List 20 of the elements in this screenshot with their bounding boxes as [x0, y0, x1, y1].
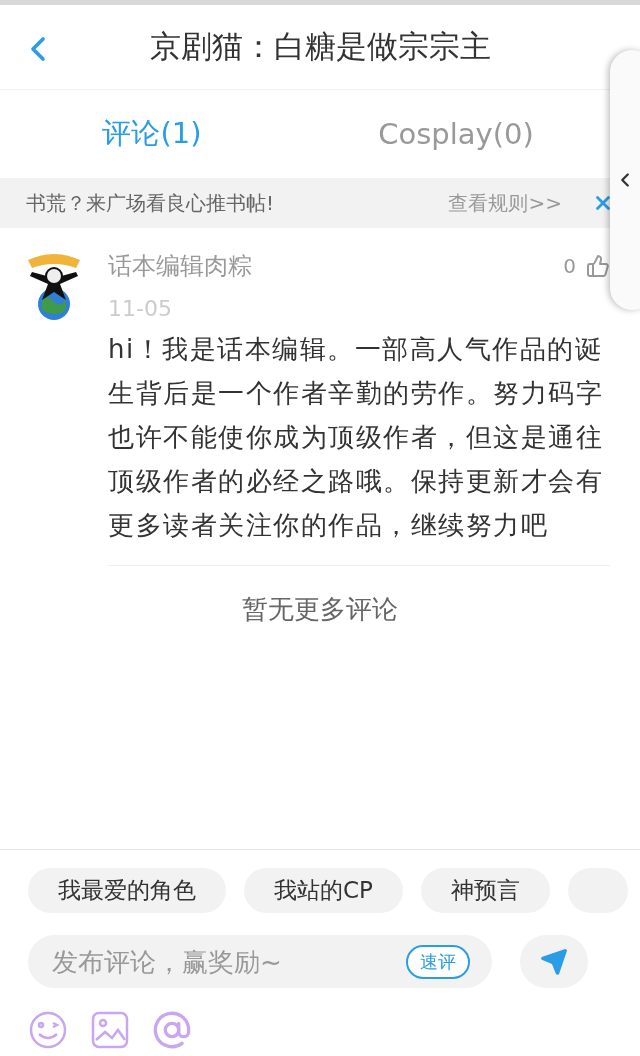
send-button[interactable]: [520, 935, 588, 988]
tab[interactable]: 评论(1): [0, 90, 304, 178]
comment-field[interactable]: 发布评论，赢奖励~ 速评: [28, 935, 492, 988]
like-count: 0: [563, 254, 576, 278]
quick-comment-button[interactable]: 速评: [406, 944, 470, 979]
author-name: 话本编辑肉粽: [108, 251, 253, 282]
banner-text: 书荒？来广场看良心推书帖!: [26, 189, 276, 217]
paper-plane-icon: [540, 947, 568, 976]
mention-icon[interactable]: [152, 1010, 192, 1050]
end-note: 暂无更多评论: [242, 594, 398, 624]
comment-text: hi！我是话本编辑。一部高人气作品的诞生背后是一个作者辛勤的劳作。努力码字也许不能使你成为顶级作者，但这是通往顶级作者的必经之路哦。保持更新才会有更多读者关注你的作品，继续努力吧: [108, 333, 604, 542]
thumbs-up-icon[interactable]: [586, 254, 610, 278]
rules-link[interactable]: 查看规则>>: [448, 189, 562, 217]
tag-chip[interactable]: 神预言: [420, 868, 550, 913]
tab[interactable]: Cosplay(0): [304, 90, 608, 178]
page-title: 京剧猫：白糖是做宗宗主: [149, 27, 491, 66]
tag-chip[interactable]: 我最爱的角色: [28, 868, 226, 913]
wink-face-icon[interactable]: [28, 1010, 68, 1050]
tag-chip[interactable]: 我站的CP: [244, 868, 403, 913]
image-icon[interactable]: [90, 1010, 130, 1050]
